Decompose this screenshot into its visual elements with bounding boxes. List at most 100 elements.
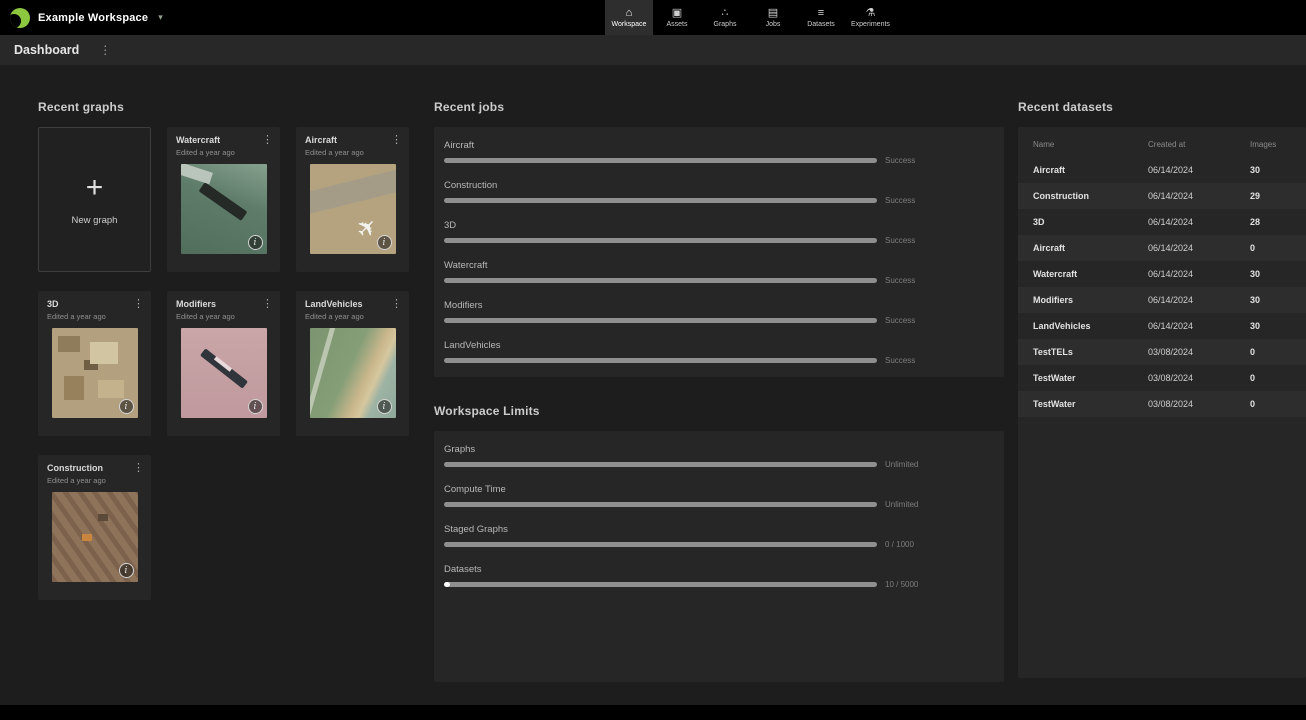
dataset-created-at: 06/14/2024 [1148, 321, 1250, 331]
page-menu-kebab-icon[interactable]: ⋮ [99, 43, 111, 57]
graph-card-grid: + New graph Watercraft ⋮ Edited a year a… [38, 127, 410, 600]
dataset-name: TestTELs [1033, 347, 1148, 357]
graph-card[interactable]: Watercraft ⋮ Edited a year ago i [167, 127, 280, 272]
limit-value: 0 / 1000 [885, 540, 914, 549]
graph-card[interactable]: Modifiers ⋮ Edited a year ago i [167, 291, 280, 436]
main-nav: ⌂ Workspace ▣ Assets ∴ Graphs ▤ Jobs ≡ D… [605, 0, 896, 35]
graph-card[interactable]: Aircraft ⋮ Edited a year ago i [296, 127, 409, 272]
job-row[interactable]: Watercraft Success [444, 260, 994, 285]
dataset-row[interactable]: TestWater 03/08/2024 0 [1018, 391, 1306, 417]
recent-jobs-heading: Recent jobs [434, 100, 1004, 114]
nav-icon: ▤ [768, 8, 778, 19]
graph-card-edited: Edited a year ago [305, 148, 400, 157]
limit-row: Datasets 10 / 5000 [444, 564, 994, 589]
dataset-image-count: 30 [1250, 295, 1296, 305]
kebab-menu-icon[interactable]: ⋮ [133, 297, 144, 310]
dataset-row[interactable]: Construction 06/14/2024 29 [1018, 183, 1306, 209]
workspace-name: Example Workspace [38, 12, 148, 24]
bottom-bar [0, 705, 1306, 720]
job-status: Success [885, 276, 915, 285]
info-icon[interactable]: i [377, 235, 392, 250]
graph-card-title: Construction [47, 463, 142, 473]
new-graph-button[interactable]: + New graph [38, 127, 151, 272]
dataset-row[interactable]: Modifiers 06/14/2024 30 [1018, 287, 1306, 313]
nav-item-workspace[interactable]: ⌂ Workspace [605, 0, 653, 35]
nav-item-graphs[interactable]: ∴ Graphs [701, 0, 749, 35]
job-row[interactable]: Aircraft Success [444, 140, 994, 165]
kebab-menu-icon[interactable]: ⋮ [262, 133, 273, 146]
info-icon[interactable]: i [377, 399, 392, 414]
nav-icon: ∴ [722, 8, 729, 19]
nav-label: Workspace [612, 21, 647, 28]
dataset-name: Watercraft [1033, 269, 1148, 279]
dataset-name: Construction [1033, 191, 1148, 201]
dataset-created-at: 06/14/2024 [1148, 217, 1250, 227]
nav-item-datasets[interactable]: ≡ Datasets [797, 0, 845, 35]
new-graph-label: New graph [72, 215, 118, 226]
info-icon[interactable]: i [119, 563, 134, 578]
graph-card-title: Modifiers [176, 299, 271, 309]
kebab-menu-icon[interactable]: ⋮ [133, 461, 144, 474]
dataset-row[interactable]: 3D 06/14/2024 28 [1018, 209, 1306, 235]
limit-value: Unlimited [885, 460, 918, 469]
kebab-menu-icon[interactable]: ⋮ [391, 297, 402, 310]
dataset-row[interactable]: Aircraft 06/14/2024 0 [1018, 235, 1306, 261]
nav-label: Graphs [714, 21, 737, 28]
nav-icon: ⚗ [866, 8, 876, 19]
nav-icon: ≡ [818, 8, 824, 19]
nav-item-assets[interactable]: ▣ Assets [653, 0, 701, 35]
dataset-image-count: 29 [1250, 191, 1296, 201]
nav-icon: ▣ [672, 8, 682, 19]
job-row[interactable]: 3D Success [444, 220, 994, 245]
info-icon[interactable]: i [248, 235, 263, 250]
datasets-table: Name Created at Images Aircraft 06/14/20… [1018, 127, 1306, 678]
info-icon[interactable]: i [248, 399, 263, 414]
kebab-menu-icon[interactable]: ⋮ [262, 297, 273, 310]
graph-thumbnail: i [181, 164, 267, 254]
dataset-row[interactable]: Aircraft 06/14/2024 30 [1018, 157, 1306, 183]
info-icon[interactable]: i [119, 399, 134, 414]
dataset-row[interactable]: TestTELs 03/08/2024 0 [1018, 339, 1306, 365]
limit-value: Unlimited [885, 500, 918, 509]
limit-row: Compute Time Unlimited [444, 484, 994, 509]
datasets-table-body: Aircraft 06/14/2024 30 Construction 06/1… [1018, 157, 1306, 417]
job-status: Success [885, 356, 915, 365]
dataset-created-at: 03/08/2024 [1148, 373, 1250, 383]
limit-name: Compute Time [444, 484, 994, 495]
job-name: Watercraft [444, 260, 994, 271]
recent-datasets-section: Recent datasets Name Created at Images A… [1018, 100, 1306, 678]
job-progress-bar [444, 158, 877, 163]
nav-label: Assets [666, 21, 687, 28]
limit-name: Staged Graphs [444, 524, 994, 535]
workspace-limits-panel: Graphs Unlimited Compute Time Unlimited [434, 431, 1004, 682]
dataset-row[interactable]: Watercraft 06/14/2024 30 [1018, 261, 1306, 287]
dataset-name: Aircraft [1033, 165, 1148, 175]
dataset-created-at: 03/08/2024 [1148, 399, 1250, 409]
graph-thumbnail: i [52, 328, 138, 418]
dataset-created-at: 06/14/2024 [1148, 243, 1250, 253]
limit-progress-bar [444, 502, 877, 507]
workspace-switcher[interactable]: Example Workspace ▾ [10, 8, 163, 28]
page-bar: Dashboard ⋮ [0, 35, 1306, 65]
dataset-created-at: 03/08/2024 [1148, 347, 1250, 357]
job-status: Success [885, 196, 915, 205]
job-row[interactable]: LandVehicles Success [444, 340, 994, 365]
job-name: Modifiers [444, 300, 994, 311]
limit-row: Graphs Unlimited [444, 444, 994, 469]
job-row[interactable]: Construction Success [444, 180, 994, 205]
dataset-image-count: 30 [1250, 321, 1296, 331]
kebab-menu-icon[interactable]: ⋮ [391, 133, 402, 146]
job-row[interactable]: Modifiers Success [444, 300, 994, 325]
dataset-row[interactable]: TestWater 03/08/2024 0 [1018, 365, 1306, 391]
nav-item-jobs[interactable]: ▤ Jobs [749, 0, 797, 35]
graph-card[interactable]: 3D ⋮ Edited a year ago i [38, 291, 151, 436]
graph-thumbnail: i [310, 328, 396, 418]
graph-card[interactable]: Construction ⋮ Edited a year ago i [38, 455, 151, 600]
graph-card-title: Watercraft [176, 135, 271, 145]
job-name: Aircraft [444, 140, 994, 151]
graph-card[interactable]: LandVehicles ⋮ Edited a year ago i [296, 291, 409, 436]
dataset-created-at: 06/14/2024 [1148, 191, 1250, 201]
graph-card-title: 3D [47, 299, 142, 309]
dataset-row[interactable]: LandVehicles 06/14/2024 30 [1018, 313, 1306, 339]
nav-item-experiments[interactable]: ⚗ Experiments [845, 0, 896, 35]
